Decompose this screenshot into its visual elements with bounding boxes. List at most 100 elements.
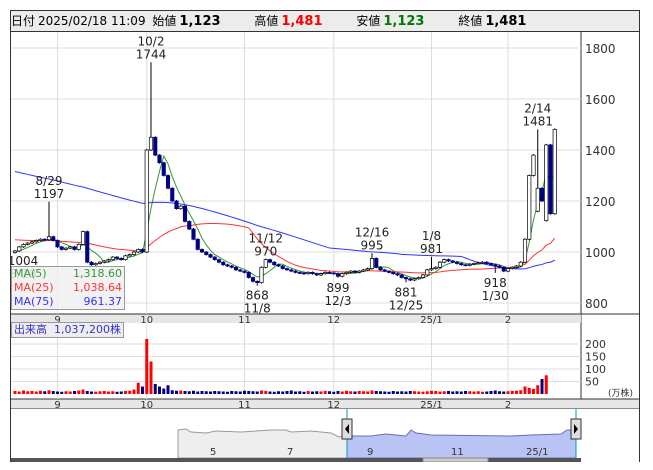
volume-bar — [217, 391, 221, 394]
volume-bar — [396, 391, 399, 394]
candle-up — [38, 238, 43, 241]
candle-up — [480, 261, 485, 264]
candle-down — [199, 249, 205, 253]
annotation-date: 1/8 — [422, 229, 441, 243]
volume-bar — [22, 390, 25, 394]
volume-bar — [285, 391, 289, 394]
annotation-value: 995 — [361, 238, 384, 252]
candle-down — [391, 272, 396, 275]
volume-bar — [413, 391, 416, 394]
annotation-value: 1197 — [34, 187, 65, 201]
candle-down — [331, 272, 336, 275]
candle-down — [114, 256, 120, 259]
candle-up — [323, 272, 328, 275]
candle-down — [221, 261, 226, 266]
candle-up — [25, 242, 30, 245]
price-tick-label: 1200 — [585, 195, 616, 209]
candle-down — [314, 273, 319, 276]
high-value: 1,481 — [281, 14, 323, 29]
chart-canvas[interactable]: 1800160014001200100080020015010050(万株)99… — [11, 32, 639, 462]
candle-down — [157, 154, 162, 164]
volume-bar — [336, 391, 340, 394]
ma25-value: 1,038.64 — [73, 281, 122, 294]
volume-bar — [353, 391, 357, 394]
volume-bar — [209, 391, 212, 394]
candle-up — [12, 250, 18, 253]
candle-down — [89, 261, 94, 266]
volume-bar — [391, 391, 395, 394]
candle-down — [225, 264, 230, 267]
open-label: 始値 — [152, 14, 177, 28]
candle-down — [267, 259, 273, 263]
candle-down — [501, 266, 506, 272]
candle-up — [318, 273, 324, 276]
candle-down — [335, 273, 341, 277]
volume-bar — [13, 391, 17, 394]
annotation-value: 1744 — [136, 47, 167, 61]
volume-bar — [68, 391, 72, 394]
candle-down — [119, 258, 124, 260]
candle-down — [191, 228, 196, 240]
candle-up — [178, 205, 183, 210]
candle-down — [246, 272, 251, 278]
navigator-label: 7 — [287, 447, 293, 458]
annotation-date: 12/3 — [325, 294, 352, 308]
volume-bar — [277, 391, 280, 394]
candle-down — [289, 269, 294, 272]
candle-up — [21, 244, 26, 248]
candle-up — [127, 254, 132, 257]
candle-down — [310, 272, 315, 275]
ma75-name: MA(75) — [14, 295, 54, 308]
volume-bar — [124, 391, 127, 394]
scrollbar-track — [11, 458, 581, 462]
scrollbar-thumb[interactable] — [422, 457, 489, 462]
volume-bar — [136, 382, 140, 394]
volume-bar — [379, 391, 382, 394]
volume-bar — [81, 389, 85, 394]
candle-down — [352, 270, 358, 273]
volume-tick-label: 100 — [585, 363, 606, 376]
candle-down — [284, 268, 290, 271]
volume-bar — [383, 391, 387, 394]
ma25-name: MA(25) — [14, 281, 54, 294]
price-tick-label: 800 — [585, 297, 608, 311]
volume-bar — [527, 387, 531, 394]
annotation-value: 918 — [484, 276, 507, 290]
annotation-value: 970 — [254, 245, 277, 259]
candle-down — [229, 265, 234, 268]
candle-up — [263, 259, 268, 268]
candle-up — [97, 261, 103, 264]
volume-bar — [85, 391, 89, 394]
candle-up — [106, 259, 111, 262]
volume-bar — [519, 390, 523, 394]
candle-up — [259, 266, 264, 283]
volume-bar — [260, 390, 263, 394]
candle-down — [450, 260, 455, 263]
volume-bar — [272, 391, 276, 394]
volume-bar — [175, 390, 178, 394]
candle-up — [306, 272, 311, 275]
volume-bar — [430, 390, 433, 394]
candle-down — [488, 263, 494, 266]
volume-bar — [349, 391, 353, 394]
candle-up — [80, 231, 86, 245]
month-label: 12 — [327, 315, 340, 326]
volume-bar — [459, 391, 463, 394]
candle-down — [216, 259, 222, 263]
volume-bar — [306, 391, 310, 394]
candle-up — [467, 263, 472, 266]
candle-down — [182, 205, 188, 222]
candle-up — [131, 251, 137, 255]
volume-bar — [532, 389, 535, 394]
volume-bar — [34, 391, 38, 394]
volume-bar — [345, 390, 348, 394]
candle-up — [442, 259, 447, 263]
candle-down — [233, 266, 239, 271]
volume-tick-label: 50 — [585, 376, 599, 389]
navigator-label: 25/1 — [526, 447, 548, 458]
candle-down — [293, 270, 298, 273]
candle-down — [463, 264, 468, 267]
candle-up — [369, 258, 375, 269]
candle-up — [476, 262, 481, 265]
annotation-date: 12/16 — [355, 225, 390, 239]
